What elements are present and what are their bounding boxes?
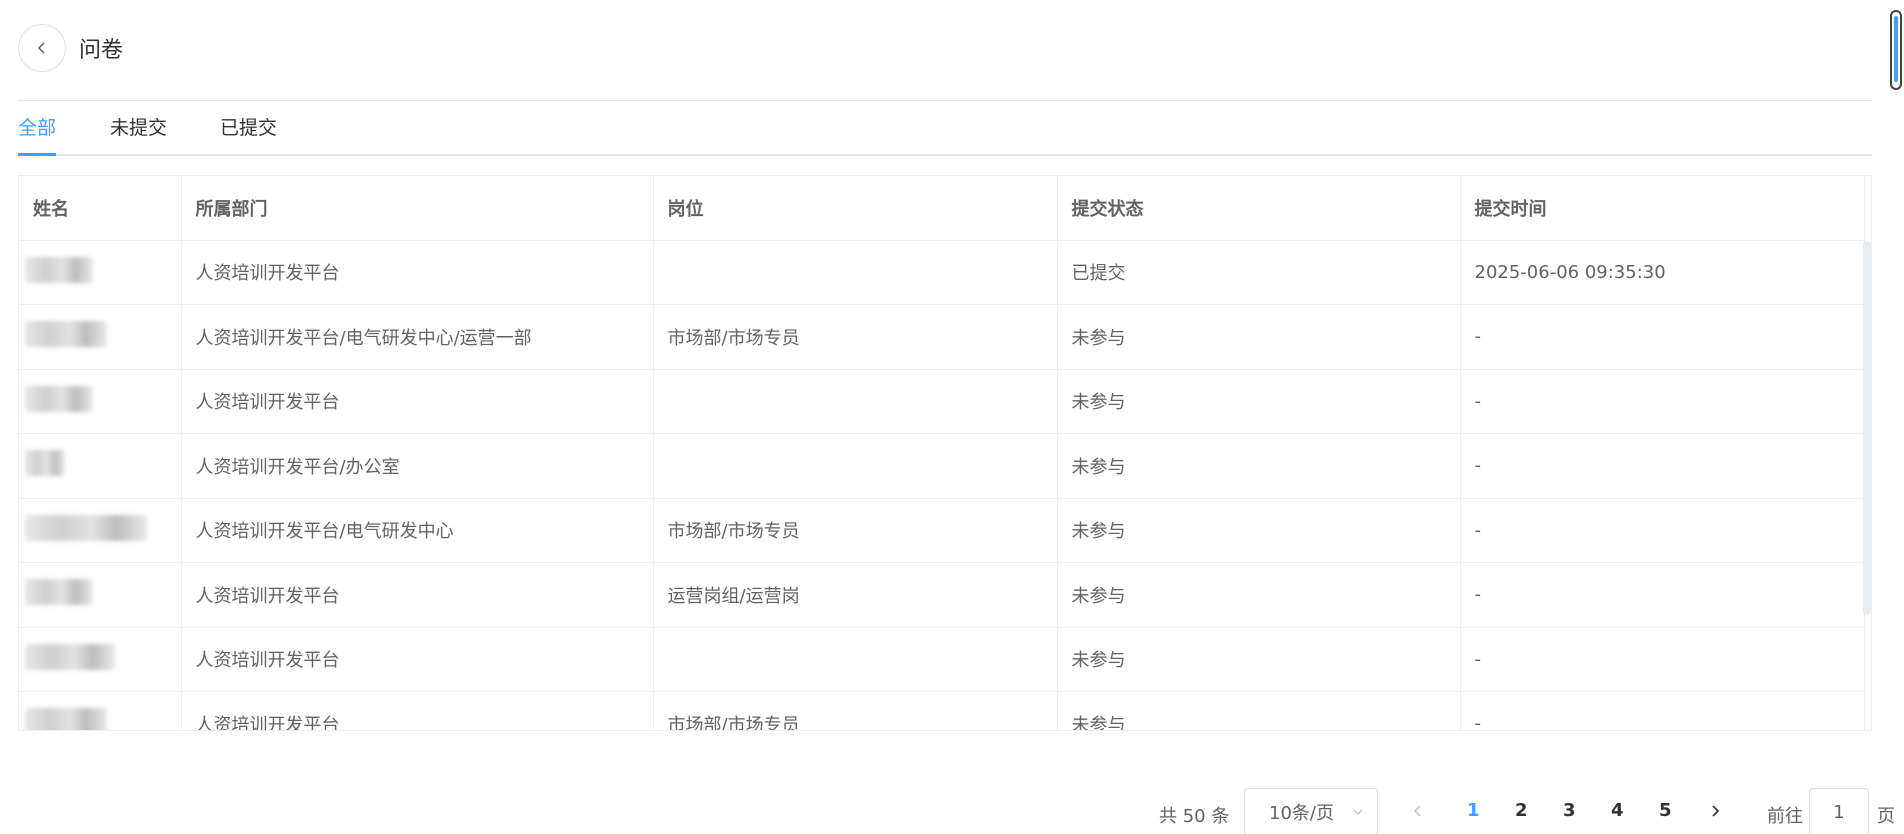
- page-button-3[interactable]: 3: [1563, 800, 1576, 821]
- dept-cell: 人资培训开发平台: [181, 240, 654, 305]
- name-cell: [19, 433, 182, 499]
- blurred-name: [25, 643, 115, 670]
- table-scrollbar[interactable]: [1863, 241, 1871, 615]
- name-cell: [19, 240, 182, 305]
- status-cell: 未参与: [1057, 691, 1461, 730]
- page-button-5[interactable]: 5: [1659, 800, 1672, 821]
- blurred-name: [25, 321, 107, 348]
- dept-cell: 人资培训开发平台/电气研发中心: [181, 498, 654, 563]
- page-size-select[interactable]: 10条/页: [1244, 788, 1378, 834]
- dept-cell: 人资培训开发平台/办公室: [181, 433, 654, 499]
- goto-suffix: 页: [1877, 806, 1895, 827]
- status-cell: 未参与: [1057, 369, 1461, 434]
- tabs-baseline: [18, 154, 1872, 156]
- time-cell: -: [1460, 304, 1865, 370]
- page-title: 问卷: [79, 38, 124, 63]
- blurred-name: [25, 450, 65, 477]
- position-cell: 运营岗组/运营岗: [653, 562, 1058, 628]
- position-cell: [653, 369, 1058, 434]
- dept-cell: 人资培训开发平台: [181, 627, 654, 692]
- status-cell: 未参与: [1057, 498, 1461, 563]
- page-header: 问卷: [18, 23, 123, 73]
- table-row[interactable]: 人资培训开发平台 市场部/市场专员 未参与 -: [19, 691, 1865, 730]
- dept-cell: 人资培训开发平台/电气研发中心/运营一部: [181, 304, 654, 370]
- page-scrollbar[interactable]: [1890, 10, 1902, 90]
- name-cell: [19, 691, 182, 730]
- position-cell: 市场部/市场专员: [653, 498, 1058, 563]
- pagination: 共 50 条 10条/页 1 2 3 4 5 前往 页: [0, 788, 1904, 834]
- dept-cell: 人资培训开发平台: [181, 691, 654, 730]
- chevron-down-icon: [1353, 809, 1363, 815]
- tab-submitted[interactable]: 已提交: [220, 116, 277, 140]
- blurred-name: [25, 256, 93, 283]
- time-cell: 2025-06-06 09:35:30: [1460, 240, 1865, 305]
- name-cell: [19, 498, 182, 563]
- column-header-name: 姓名: [19, 176, 182, 241]
- blurred-name: [25, 579, 93, 606]
- tab-all[interactable]: 全部: [18, 116, 56, 140]
- table-row[interactable]: 人资培训开发平台 未参与 -: [19, 627, 1865, 692]
- active-tab-indicator: [18, 153, 56, 156]
- status-cell: 未参与: [1057, 304, 1461, 370]
- table-row[interactable]: 人资培训开发平台 运营岗组/运营岗 未参与 -: [19, 562, 1865, 628]
- column-header-dept: 所属部门: [181, 176, 654, 241]
- table-header-row: 姓名 所属部门 岗位 提交状态 提交时间: [19, 176, 1865, 241]
- time-cell: -: [1460, 562, 1865, 628]
- blurred-name: [25, 385, 93, 412]
- tab-bar: 全部 未提交 已提交: [18, 100, 1872, 156]
- table-row[interactable]: 人资培训开发平台/办公室 未参与 -: [19, 433, 1865, 499]
- status-cell: 未参与: [1057, 627, 1461, 692]
- time-cell: -: [1460, 433, 1865, 499]
- name-cell: [19, 627, 182, 692]
- position-cell: [653, 433, 1058, 499]
- name-cell: [19, 562, 182, 628]
- page-size-value: 10条/页: [1269, 803, 1334, 824]
- table-row[interactable]: 人资培训开发平台 未参与 -: [19, 369, 1865, 434]
- dept-cell: 人资培训开发平台: [181, 562, 654, 628]
- page-button-4[interactable]: 4: [1611, 800, 1624, 821]
- next-page-icon[interactable]: [1707, 802, 1723, 820]
- tab-unsubmitted[interactable]: 未提交: [110, 116, 167, 140]
- column-header-time: 提交时间: [1460, 176, 1865, 241]
- page-button-2[interactable]: 2: [1515, 800, 1528, 821]
- survey-table: 姓名 所属部门 岗位 提交状态 提交时间 人资培训开发平台 已提交 2025-0…: [18, 175, 1872, 731]
- blurred-name: [25, 514, 147, 541]
- column-header-status: 提交状态: [1057, 176, 1461, 241]
- chevron-left-icon: [37, 42, 45, 54]
- table-row[interactable]: 人资培训开发平台/电气研发中心 市场部/市场专员 未参与 -: [19, 498, 1865, 563]
- table-row[interactable]: 人资培训开发平台 已提交 2025-06-06 09:35:30: [19, 240, 1865, 305]
- position-cell: [653, 627, 1058, 692]
- page-button-1[interactable]: 1: [1467, 800, 1480, 821]
- time-cell: -: [1460, 498, 1865, 563]
- column-header-position: 岗位: [653, 176, 1058, 241]
- name-cell: [19, 304, 182, 370]
- prev-page-icon[interactable]: [1410, 802, 1426, 820]
- goto-page-input[interactable]: [1809, 788, 1869, 834]
- total-count: 共 50 条: [1159, 806, 1230, 827]
- status-cell: 已提交: [1057, 240, 1461, 305]
- status-cell: 未参与: [1057, 433, 1461, 499]
- time-cell: -: [1460, 627, 1865, 692]
- position-cell: 市场部/市场专员: [653, 304, 1058, 370]
- time-cell: -: [1460, 369, 1865, 434]
- blurred-name: [25, 708, 107, 730]
- dept-cell: 人资培训开发平台: [181, 369, 654, 434]
- table-row[interactable]: 人资培训开发平台/电气研发中心/运营一部 市场部/市场专员 未参与 -: [19, 304, 1865, 370]
- page-scrollbar-thumb[interactable]: [1894, 16, 1898, 82]
- goto-label: 前往: [1767, 806, 1803, 827]
- status-cell: 未参与: [1057, 562, 1461, 628]
- name-cell: [19, 369, 182, 434]
- position-cell: 市场部/市场专员: [653, 691, 1058, 730]
- position-cell: [653, 240, 1058, 305]
- time-cell: -: [1460, 691, 1865, 730]
- back-button[interactable]: [18, 24, 66, 72]
